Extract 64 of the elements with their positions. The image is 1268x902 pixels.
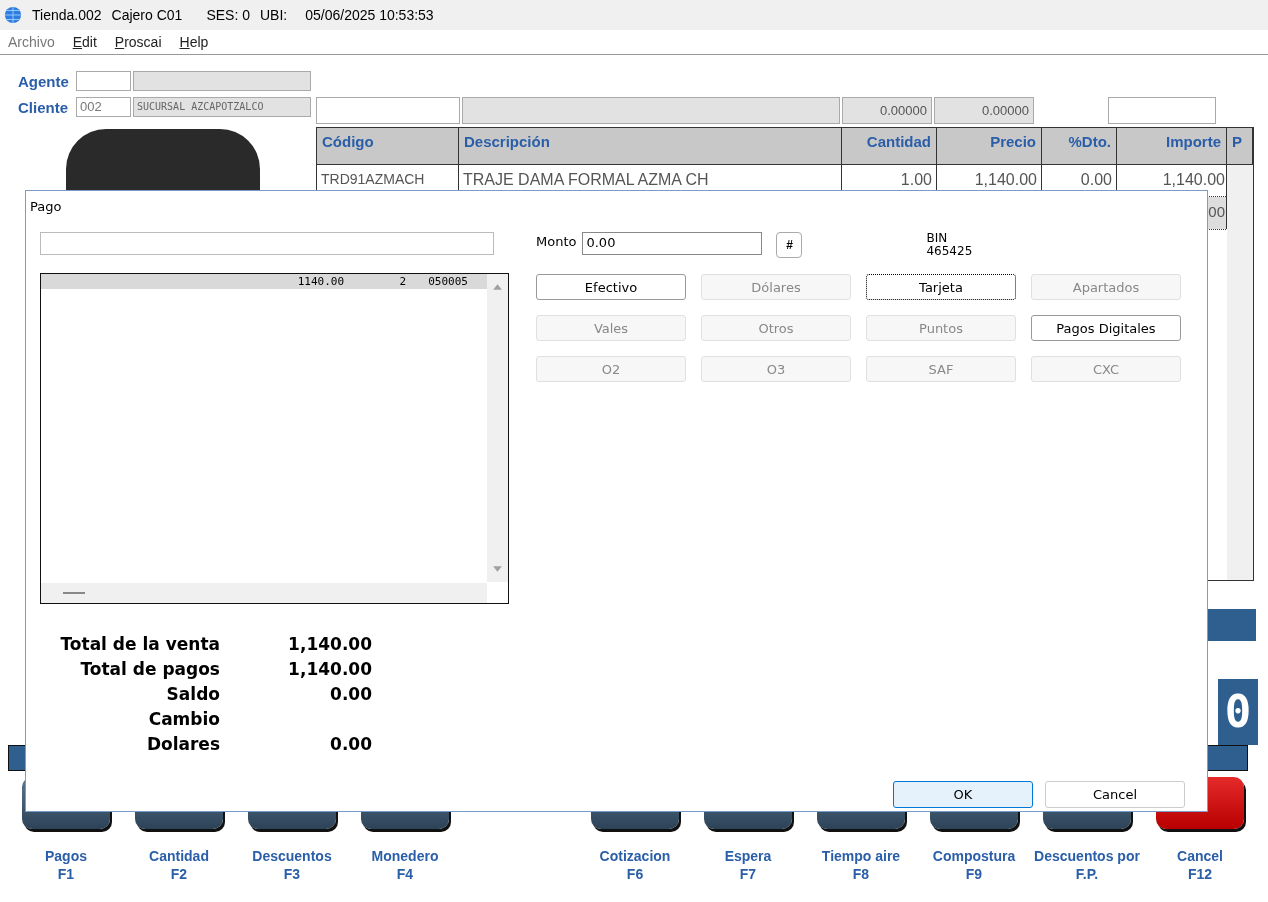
column-header: Cantidad — [842, 127, 937, 164]
window-title: 05/06/2025 10:53:53 — [305, 7, 434, 23]
payment-method-button[interactable]: Tarjeta — [866, 274, 1016, 300]
digit-display: 0 — [1218, 679, 1258, 745]
total-value: 0.00 — [329, 734, 372, 754]
dialog-button[interactable]: OK — [893, 781, 1033, 808]
input-field: 0.00000 — [934, 97, 1034, 124]
list-row[interactable]: 1140.00 2 050005 — [41, 274, 487, 289]
input-field: 0.00000 — [842, 97, 932, 124]
status-panel — [1208, 609, 1256, 641]
column-header: Descripción — [459, 127, 842, 164]
total-label: Total de la venta — [59, 634, 220, 654]
function-key-label: Monedero F4 — [371, 847, 439, 883]
payment-method-button[interactable]: Pagos Digitales — [1031, 315, 1181, 341]
menu-item[interactable]: Proscai — [114, 34, 162, 50]
scroll-down-icon[interactable] — [492, 565, 503, 574]
input-field[interactable] — [316, 97, 460, 124]
bin-value: 465425 — [926, 245, 973, 258]
scrollbar[interactable] — [487, 274, 508, 582]
bin-label: BIN — [926, 232, 949, 245]
function-key-label: Tiempo aire F8 — [821, 847, 901, 883]
column-header: Precio — [937, 127, 1042, 164]
function-key-label: Compostura F9 — [932, 847, 1016, 883]
agente-code-field[interactable] — [76, 71, 131, 91]
column-header: Código — [317, 127, 459, 164]
function-key-label: Espera F7 — [724, 847, 772, 883]
hash-button[interactable]: # — [776, 232, 803, 258]
window-title: UBI: — [259, 7, 288, 23]
scrollbar[interactable] — [1227, 164, 1253, 581]
dialog-title: Pago — [29, 198, 63, 214]
column-header: Importe — [1117, 127, 1227, 164]
monto-label: Monto — [536, 234, 577, 249]
menu-item[interactable]: Edit — [72, 34, 97, 50]
cliente-label: Cliente — [18, 98, 69, 116]
total-label: Dolares — [145, 734, 220, 754]
window-title: Cajero C01 — [111, 7, 183, 23]
agente-label: Agente — [18, 72, 70, 90]
window-title: Tienda.002 — [32, 7, 102, 23]
dialog-button[interactable]: Cancel — [1045, 781, 1185, 808]
function-key-label: Descuentos F3 — [252, 847, 332, 883]
function-key-label: Cancel F12 — [1177, 847, 1223, 883]
total-label: Total de pagos — [79, 659, 220, 679]
total-value: 1,140.00 — [287, 634, 372, 654]
function-key-label: Descuentos por F.P. — [1034, 847, 1140, 883]
scroll-up-icon[interactable] — [492, 282, 503, 291]
input-field[interactable] — [1108, 97, 1216, 124]
input-field[interactable] — [40, 232, 494, 255]
column-header: %Dto. — [1042, 127, 1117, 164]
window-title: SES: 0 — [206, 7, 250, 23]
globe-icon — [4, 6, 22, 24]
payment-method-button[interactable]: Efectivo — [536, 274, 686, 300]
function-key-label: Cantidad F2 — [149, 847, 209, 883]
scrollbar[interactable] — [41, 583, 487, 603]
total-value: 0.00 — [329, 684, 372, 704]
column-header: P — [1227, 127, 1253, 164]
cliente-code-field[interactable]: 002 — [76, 97, 131, 117]
monto-field[interactable]: 0.00 — [582, 232, 763, 255]
function-key-label: Pagos F1 — [45, 847, 87, 883]
menu-item[interactable]: Help — [179, 34, 209, 50]
total-label: Cambio — [147, 709, 220, 729]
total-value: 1,140.00 — [287, 659, 372, 679]
function-key-label: Cotizacion F6 — [599, 847, 671, 883]
cliente-name-field: SUCURSAL AZCAPOTZALCO — [133, 97, 311, 117]
total-label: Saldo — [165, 684, 220, 704]
